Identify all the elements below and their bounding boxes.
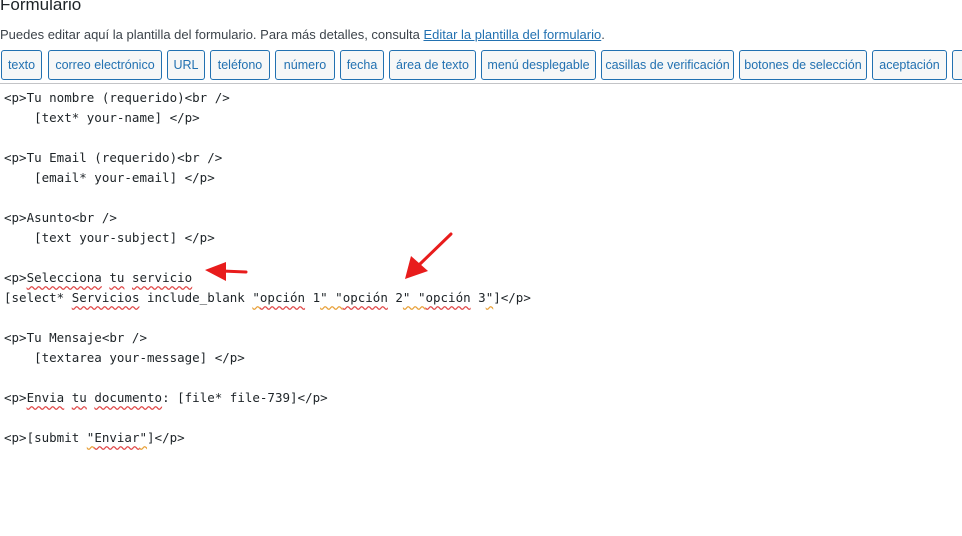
code-line: <p>Tu Mensaje<br /> [4, 330, 147, 345]
spell-error-word: tu [71, 390, 87, 405]
grammar-hint: " " [402, 290, 426, 305]
page-title: Formulario [0, 0, 82, 14]
tag-number-button[interactable]: número [275, 50, 335, 80]
spell-error-word: tu [109, 270, 125, 285]
intro-period: . [601, 27, 605, 42]
template-code: <p>Tu nombre (requerido)<br /> [text* yo… [4, 88, 531, 448]
code-fragment: [select* [4, 290, 72, 305]
spell-error-word: Envia [26, 390, 65, 405]
code-fragment: ]</p> [147, 430, 185, 445]
code-line: <p>Tu nombre (requerido)<br /> [4, 90, 230, 105]
spell-error-word: opción [342, 290, 388, 305]
tag-tel-button[interactable]: teléfono [210, 50, 270, 80]
tag-text-button[interactable]: texto [1, 50, 42, 80]
tag-url-button[interactable]: URL [167, 50, 205, 80]
spell-error-word: servicio [131, 270, 193, 285]
code-fragment: ]</p> [493, 290, 531, 305]
spell-error-word: Enviar [94, 430, 140, 445]
spell-error-word: Servicios [71, 290, 140, 305]
grammar-hint: " " [320, 290, 343, 305]
tag-acceptance-button[interactable]: aceptación [872, 50, 947, 80]
tag-date-button[interactable]: fecha [340, 50, 384, 80]
tag-dropdown-button[interactable]: menú desplegable [481, 50, 596, 80]
tag-email-button[interactable]: correo electrónico [48, 50, 162, 80]
code-line: [textarea your-message] </p> [4, 350, 245, 365]
code-fragment: : [file* file-739]</p> [162, 390, 328, 405]
code-line: <p> [4, 270, 27, 285]
intro-body: Puedes editar aquí la plantilla del form… [0, 27, 424, 42]
tag-generator-toolbar: texto correo electrónico URL teléfono nú… [0, 49, 962, 84]
tag-textarea-button[interactable]: área de texto [389, 50, 476, 80]
code-fragment: <p> [4, 390, 27, 405]
tag-checkboxes-button[interactable]: casillas de verificación [601, 50, 734, 80]
code-line: [text your-subject] </p> [4, 230, 215, 245]
code-fragment: 1 [305, 290, 321, 305]
code-fragment: include_blank [139, 290, 253, 305]
code-line: <p>Asunto<br /> [4, 210, 117, 225]
code-line: [email* your-email] </p> [4, 170, 215, 185]
code-line: [text* your-name] </p> [4, 110, 200, 125]
spell-error-word: documento [94, 390, 163, 405]
grammar-hint: " [139, 430, 148, 445]
intro-text: Puedes editar aquí la plantilla del form… [0, 27, 605, 42]
code-fragment: 2 [387, 290, 403, 305]
grammar-hint: " [252, 290, 260, 305]
code-fragment: <p>[submit [4, 430, 87, 445]
spell-error-word: opción [425, 290, 471, 305]
tag-more-button[interactable] [952, 50, 962, 80]
spell-error-word: Selecciona [26, 270, 102, 285]
code-line: <p>Tu Email (requerido)<br /> [4, 150, 223, 165]
edit-template-link[interactable]: Editar la plantilla del formulario [423, 27, 601, 42]
spell-error-word: opción [259, 290, 306, 305]
code-fragment: 3 [470, 290, 486, 305]
tag-radio-button[interactable]: botones de selección [739, 50, 867, 80]
